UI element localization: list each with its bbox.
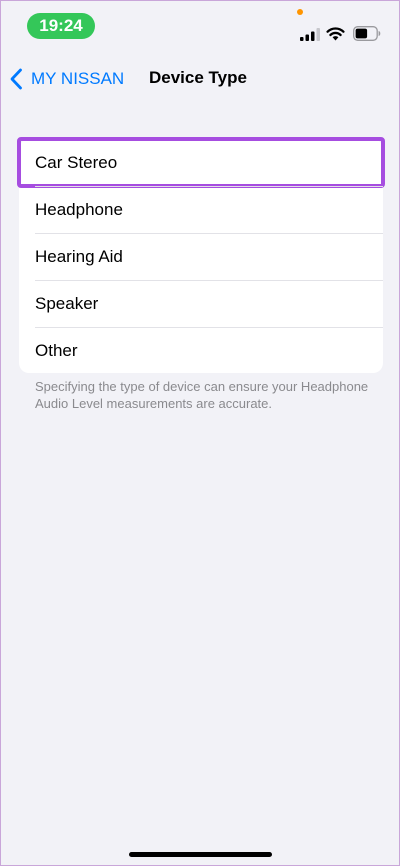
status-time[interactable]: 19:24 [27, 13, 95, 39]
status-bar: 19:24 [1, 1, 399, 51]
list-item-label: Hearing Aid [35, 246, 123, 266]
list-item-label: Car Stereo [35, 152, 118, 172]
list-item-car-stereo[interactable]: Car Stereo [17, 137, 385, 188]
device-type-list: Car Stereo Headphone Hearing Aid Speaker… [17, 137, 385, 374]
privacy-indicator-dot [297, 9, 303, 15]
back-button-label: MY NISSAN [31, 69, 125, 88]
list-item-label: Headphone [35, 199, 123, 219]
home-indicator[interactable] [129, 852, 272, 857]
wifi-icon [326, 27, 345, 41]
back-button[interactable]: MY NISSAN [9, 65, 124, 93]
page-title: Device Type [149, 68, 247, 87]
list-item-hearing-aid[interactable]: Hearing Aid [19, 233, 383, 280]
screen: 19:24 MY NISSAN Device Type Car Stereo H… [0, 0, 400, 866]
battery-icon [353, 26, 381, 41]
navigation-bar: MY NISSAN Device Type [1, 57, 399, 101]
chevron-left-icon [10, 68, 22, 90]
footer-note: Specifying the type of device can ensure… [35, 379, 369, 411]
list-item-label: Other [35, 340, 78, 360]
list-item-label: Speaker [35, 293, 99, 313]
signal-icon [300, 28, 320, 41]
list-item-other[interactable]: Other [19, 327, 383, 374]
list-item-speaker[interactable]: Speaker [19, 280, 383, 327]
list-item-headphone[interactable]: Headphone [19, 186, 383, 233]
